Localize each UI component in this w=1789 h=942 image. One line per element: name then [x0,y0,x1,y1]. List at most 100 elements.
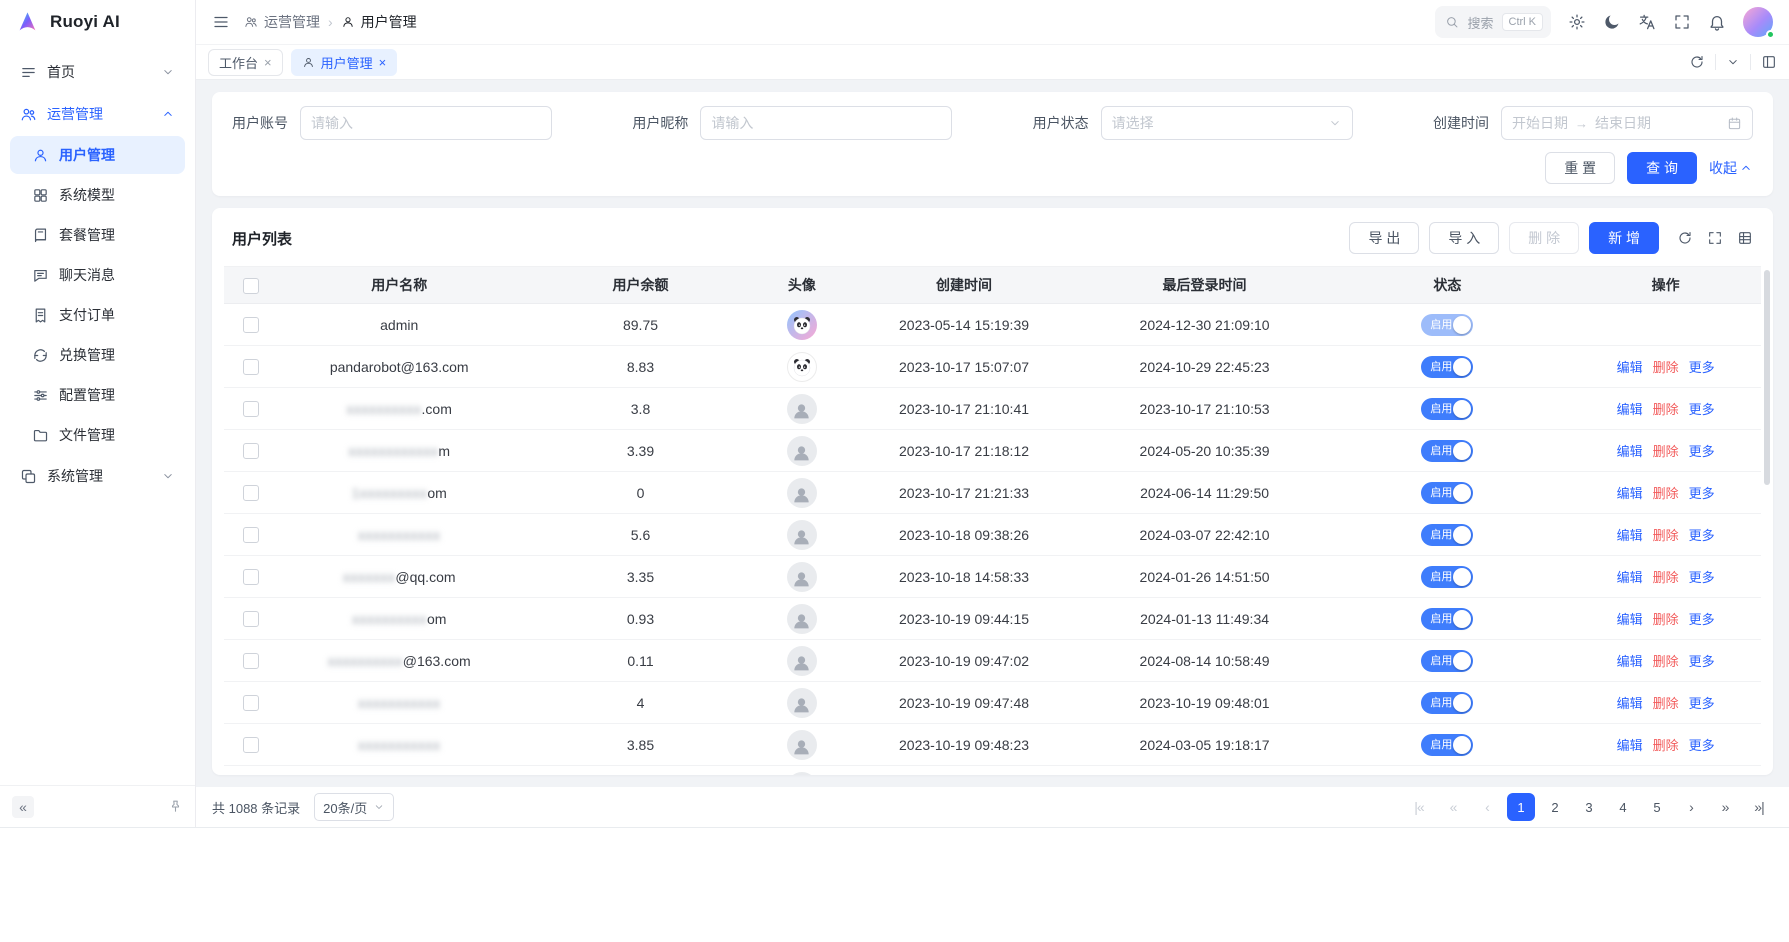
more-link[interactable]: 更多 [1689,612,1715,627]
status-toggle[interactable]: 启用 [1421,734,1473,756]
row-checkbox[interactable] [243,737,259,753]
delete-link[interactable]: 删除 [1653,738,1679,753]
edit-link[interactable]: 编辑 [1617,402,1643,417]
close-icon[interactable]: × [264,56,272,69]
sidebar-subitem[interactable]: 兑换管理 [10,336,185,374]
search-button[interactable]: 查 询 [1627,152,1697,184]
more-link[interactable]: 更多 [1689,360,1715,375]
row-checkbox[interactable] [243,653,259,669]
row-checkbox[interactable] [243,695,259,711]
sidebar-subitem[interactable]: 聊天消息 [10,256,185,294]
language-icon[interactable] [1638,13,1656,31]
delete-link[interactable]: 删除 [1653,654,1679,669]
gear-icon[interactable] [1568,13,1586,31]
breadcrumb-operations[interactable]: 运营管理 [244,12,320,32]
menu-toggle-icon[interactable] [212,13,230,31]
tab-workbench[interactable]: 工作台 × [208,49,283,76]
status-toggle[interactable]: 启用 [1421,398,1473,420]
delete-button[interactable]: 删 除 [1509,222,1579,254]
row-checkbox[interactable] [243,443,259,459]
sidebar-subitem[interactable]: 系统模型 [10,176,185,214]
delete-link[interactable]: 删除 [1653,360,1679,375]
page-size-select[interactable]: 20条/页 [314,793,394,821]
nickname-input[interactable] [700,106,952,140]
refresh-icon[interactable] [1677,230,1693,246]
edit-link[interactable]: 编辑 [1617,570,1643,585]
more-link[interactable]: 更多 [1689,738,1715,753]
more-link[interactable]: 更多 [1689,486,1715,501]
row-checkbox[interactable] [243,401,259,417]
layout-icon[interactable] [1761,54,1777,70]
next-fast-button[interactable]: » [1711,793,1739,821]
tab-user-management[interactable]: 用户管理 × [291,49,398,76]
date-range-picker[interactable]: 开始日期 → 结束日期 [1501,106,1753,140]
delete-link[interactable]: 删除 [1653,696,1679,711]
global-search[interactable]: 搜索 Ctrl K [1435,6,1551,38]
sidebar-item-system[interactable]: 系统管理 [10,456,185,496]
sidebar-item-operations[interactable]: 运营管理 [10,94,185,134]
add-button[interactable]: 新 增 [1589,222,1659,254]
delete-link[interactable]: 删除 [1653,444,1679,459]
sidebar-subitem[interactable]: 支付订单 [10,296,185,334]
delete-link[interactable]: 删除 [1653,486,1679,501]
edit-link[interactable]: 编辑 [1617,528,1643,543]
export-button[interactable]: 导 出 [1349,222,1419,254]
import-button[interactable]: 导 入 [1429,222,1499,254]
more-link[interactable]: 更多 [1689,696,1715,711]
status-toggle[interactable]: 启用 [1421,356,1473,378]
delete-link[interactable]: 删除 [1653,570,1679,585]
sidebar-subitem[interactable]: 套餐管理 [10,216,185,254]
column-settings-icon[interactable] [1737,230,1753,246]
more-link[interactable]: 更多 [1689,570,1715,585]
edit-link[interactable]: 编辑 [1617,738,1643,753]
row-checkbox[interactable] [243,485,259,501]
sidebar-collapse-button[interactable]: « [12,796,34,818]
status-toggle[interactable]: 启用 [1421,440,1473,462]
page-button-3[interactable]: 3 [1575,793,1603,821]
expand-icon[interactable] [1707,230,1723,246]
delete-link[interactable]: 删除 [1653,402,1679,417]
collapse-filters-link[interactable]: 收起 [1709,158,1753,178]
next-page-button[interactable]: › [1677,793,1705,821]
more-link[interactable]: 更多 [1689,528,1715,543]
more-link[interactable]: 更多 [1689,654,1715,669]
page-button-5[interactable]: 5 [1643,793,1671,821]
last-page-button[interactable]: »| [1745,793,1773,821]
status-toggle[interactable]: 启用 [1421,314,1473,336]
edit-link[interactable]: 编辑 [1617,696,1643,711]
reset-button[interactable]: 重 置 [1545,152,1615,184]
breadcrumb-user-management[interactable]: 用户管理 [341,12,417,32]
page-button-1[interactable]: 1 [1507,793,1535,821]
row-checkbox[interactable] [243,527,259,543]
row-checkbox[interactable] [243,611,259,627]
delete-link[interactable]: 删除 [1653,612,1679,627]
dark-mode-icon[interactable] [1603,13,1621,31]
status-toggle[interactable]: 启用 [1421,608,1473,630]
edit-link[interactable]: 编辑 [1617,444,1643,459]
status-toggle[interactable]: 启用 [1421,566,1473,588]
status-toggle[interactable]: 启用 [1421,482,1473,504]
chevron-down-icon[interactable] [1726,55,1740,69]
edit-link[interactable]: 编辑 [1617,654,1643,669]
pin-icon[interactable] [168,799,183,814]
close-icon[interactable]: × [379,56,387,69]
more-link[interactable]: 更多 [1689,444,1715,459]
status-toggle[interactable]: 启用 [1421,692,1473,714]
row-checkbox[interactable] [243,359,259,375]
scrollbar-thumb[interactable] [1764,270,1770,485]
account-input[interactable] [300,106,552,140]
status-toggle[interactable]: 启用 [1421,524,1473,546]
user-avatar[interactable] [1743,7,1773,37]
notification-bell-icon[interactable] [1708,13,1726,31]
select-all-checkbox[interactable] [243,278,259,294]
refresh-icon[interactable] [1689,54,1705,70]
page-button-2[interactable]: 2 [1541,793,1569,821]
row-checkbox[interactable] [243,569,259,585]
sidebar-subitem[interactable]: 文件管理 [10,416,185,454]
sidebar-subitem[interactable]: 用户管理 [10,136,185,174]
status-select[interactable]: 请选择 [1101,106,1353,140]
row-checkbox[interactable] [243,317,259,333]
fullscreen-icon[interactable] [1673,13,1691,31]
status-toggle[interactable]: 启用 [1421,650,1473,672]
more-link[interactable]: 更多 [1689,402,1715,417]
